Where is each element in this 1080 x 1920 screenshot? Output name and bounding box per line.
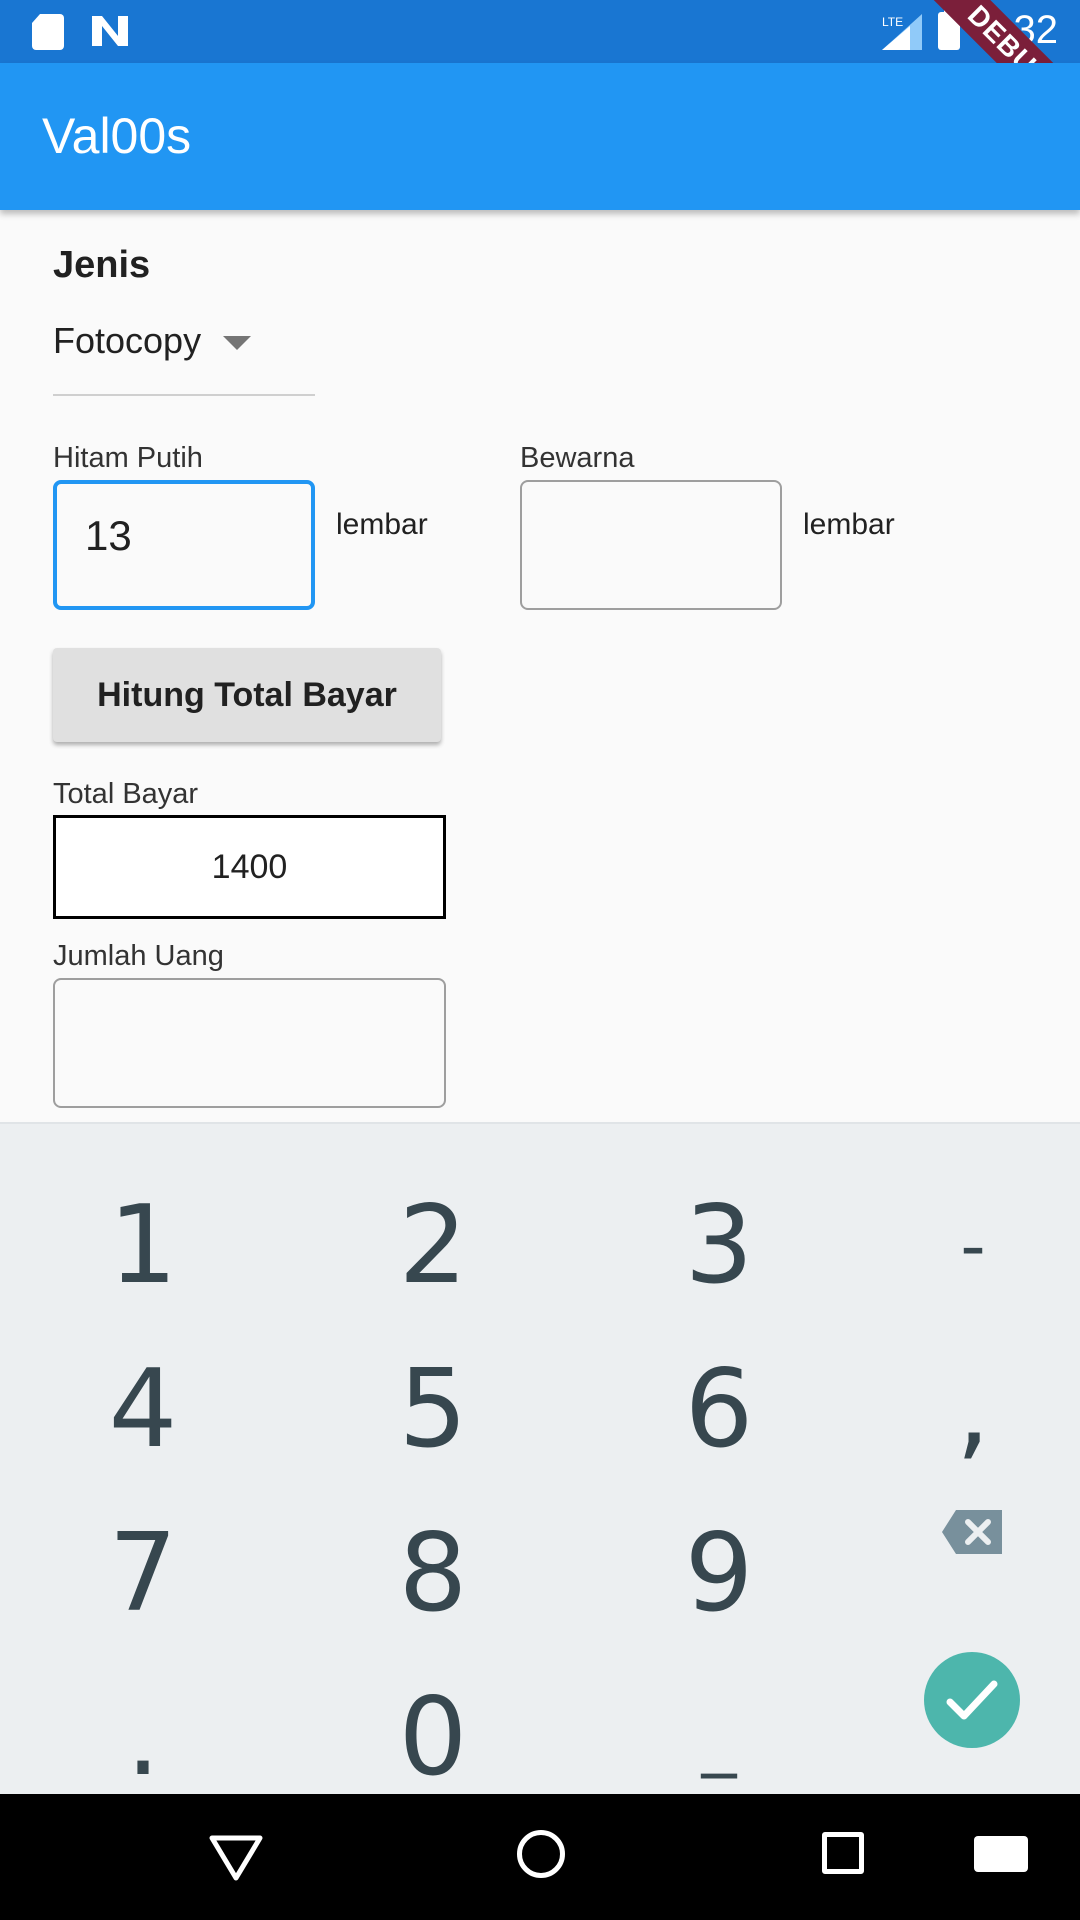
jenis-label: Jenis bbox=[53, 244, 151, 286]
key-2[interactable]: 2 bbox=[298, 1164, 568, 1328]
jumlah-uang-input[interactable] bbox=[53, 978, 446, 1108]
form-content: Jenis Fotocopy Hitam Putih 13 lembar Bew… bbox=[0, 210, 1080, 1120]
back-icon[interactable] bbox=[208, 1834, 264, 1882]
hitam-putih-unit: lembar bbox=[336, 508, 428, 541]
key-comma[interactable]: , bbox=[838, 1328, 1080, 1492]
hitung-total-button[interactable]: Hitung Total Bayar bbox=[53, 648, 441, 742]
bewarna-unit: lembar bbox=[803, 508, 895, 541]
bewarna-label: Bewarna bbox=[520, 442, 635, 474]
jumlah-uang-label: Jumlah Uang bbox=[53, 940, 224, 972]
key-8[interactable]: 8 bbox=[298, 1492, 568, 1656]
sd-card-icon bbox=[32, 14, 64, 50]
hitam-putih-input[interactable]: 13 bbox=[53, 480, 315, 610]
dropdown-arrow-icon bbox=[223, 336, 251, 350]
app-title: Val00s bbox=[42, 108, 192, 164]
key-9[interactable]: 9 bbox=[584, 1492, 854, 1656]
total-bayar-label: Total Bayar bbox=[53, 778, 199, 810]
hitam-putih-label: Hitam Putih bbox=[53, 442, 203, 474]
key-4[interactable]: 4 bbox=[8, 1328, 278, 1492]
signal-icon: LTE bbox=[882, 14, 922, 50]
hitam-putih-value: 13 bbox=[85, 512, 132, 559]
key-5[interactable]: 5 bbox=[298, 1328, 568, 1492]
recent-apps-icon[interactable] bbox=[822, 1832, 864, 1874]
jenis-dropdown[interactable]: Fotocopy bbox=[53, 320, 315, 396]
total-bayar-value: 1400 bbox=[53, 815, 446, 919]
backspace-icon[interactable] bbox=[940, 1508, 1004, 1556]
key-7[interactable]: 7 bbox=[8, 1492, 278, 1656]
home-icon[interactable] bbox=[517, 1830, 565, 1878]
numeric-keyboard: 1 2 3 - 4 5 6 , 7 8 9 . 0 _ bbox=[0, 1122, 1080, 1800]
app-bar: Val00s bbox=[0, 63, 1080, 210]
key-1[interactable]: 1 bbox=[8, 1164, 278, 1328]
dropdown-value: Fotocopy bbox=[53, 320, 202, 361]
key-6[interactable]: 6 bbox=[584, 1328, 854, 1492]
system-nav-bar bbox=[0, 1794, 1080, 1920]
check-icon bbox=[946, 1680, 998, 1720]
svg-text:LTE: LTE bbox=[882, 15, 903, 29]
bewarna-input[interactable] bbox=[520, 480, 782, 610]
key-minus[interactable]: - bbox=[838, 1164, 1080, 1328]
keyboard-switch-icon[interactable] bbox=[974, 1836, 1028, 1872]
n-notification-icon bbox=[92, 16, 128, 46]
done-button[interactable] bbox=[924, 1652, 1020, 1748]
key-3[interactable]: 3 bbox=[584, 1164, 854, 1328]
status-bar: LTE 4:32 bbox=[0, 0, 1080, 63]
